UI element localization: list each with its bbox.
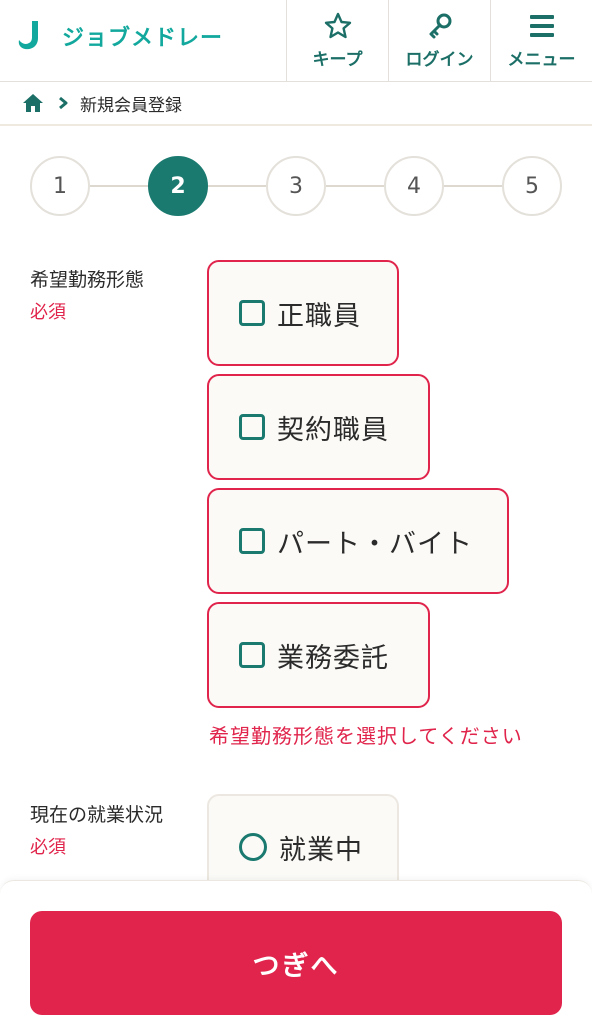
option-outsourcing[interactable]: 業務委託 <box>207 602 430 708</box>
chevron-right-icon <box>59 96 68 110</box>
page: ジョブメドレー キープ ログイン メニュー 新規会員登録 1 2 3 4 5 希… <box>0 0 592 1024</box>
breadcrumb: 新規会員登録 <box>0 82 592 126</box>
option-label: 正職員 <box>277 300 361 332</box>
checkbox-icon[interactable] <box>239 642 265 668</box>
radio-icon[interactable] <box>239 833 267 861</box>
breadcrumb-current: 新規会員登録 <box>80 95 182 116</box>
step-2-current: 2 <box>148 156 208 216</box>
checkbox-icon[interactable] <box>239 300 265 326</box>
step-5: 5 <box>502 156 562 216</box>
option-part-time[interactable]: パート・バイト <box>207 488 509 594</box>
hamburger-icon <box>529 15 554 37</box>
keep-label: キープ <box>312 50 363 70</box>
keep-button[interactable]: キープ <box>286 0 388 81</box>
step-4: 4 <box>384 156 444 216</box>
logo[interactable]: ジョブメドレー <box>16 18 223 54</box>
checkbox-icon[interactable] <box>239 528 265 554</box>
option-full-time[interactable]: 正職員 <box>207 260 399 366</box>
work-status-label: 現在の就業状況 <box>30 804 164 826</box>
login-label: ログイン <box>405 50 474 70</box>
site-header: ジョブメドレー キープ ログイン メニュー <box>0 0 592 82</box>
option-label: パート・バイト <box>277 528 473 560</box>
menu-label: メニュー <box>507 50 576 70</box>
employment-type-error: 希望勤務形態を選択してください <box>209 724 523 748</box>
step-1: 1 <box>30 156 90 216</box>
employment-type-required: 必須 <box>30 302 66 323</box>
logo-mark-icon <box>18 21 38 50</box>
star-icon <box>324 12 351 39</box>
employment-type-label: 希望勤務形態 <box>30 269 145 291</box>
checkbox-icon[interactable] <box>239 414 265 440</box>
logo-text: ジョブメドレー <box>62 26 224 51</box>
option-label: 業務委託 <box>277 642 389 674</box>
progress-stepper: 1 2 3 4 5 <box>30 156 562 216</box>
home-icon[interactable] <box>22 92 44 114</box>
login-button[interactable]: ログイン <box>388 0 490 81</box>
menu-button[interactable]: メニュー <box>490 0 592 81</box>
step-3: 3 <box>266 156 326 216</box>
key-icon <box>429 13 451 39</box>
option-label: 契約職員 <box>277 414 389 446</box>
option-label: 就業中 <box>279 834 363 866</box>
next-button[interactable]: つぎへ <box>30 911 562 1015</box>
work-status-required: 必須 <box>30 837 66 858</box>
option-contract[interactable]: 契約職員 <box>207 374 430 480</box>
bottom-action-bar: つぎへ <box>0 880 592 1024</box>
